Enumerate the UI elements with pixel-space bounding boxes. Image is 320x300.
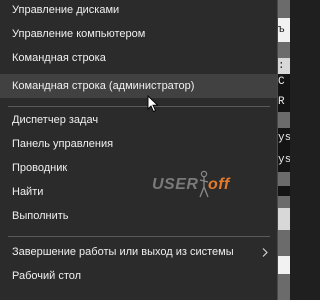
menu-item-computer-management[interactable]: Управление компьютером [0,22,277,46]
context-menu: Управление дисками Управление компьютеро… [0,0,278,300]
menu-item-task-manager[interactable]: Диспетчер задач [0,108,277,132]
menu-item-command-prompt[interactable]: Командная строка [0,46,277,70]
background-text [278,208,290,230]
watermark-user-text: USER [152,176,199,193]
menu-item-control-panel[interactable]: Панель управления [0,132,277,156]
background-text [278,186,290,196]
watermark-off-text: off [208,176,230,193]
watermark-logo: USER off [152,170,236,204]
background-text: C [278,74,290,90]
menu-item-desktop[interactable]: Рабочий стол [0,264,277,288]
menu-item-disk-management[interactable]: Управление дисками [0,0,277,22]
background-text [278,256,290,274]
background-text: R [278,90,290,112]
background-text: ъ [278,18,290,42]
menu-item-command-prompt-admin[interactable]: Командная строка (администратор) [0,74,277,98]
background-text: ys [278,128,290,150]
chevron-right-icon [262,248,268,257]
menu-separator [8,236,270,237]
background-text: : [278,58,290,74]
menu-item-run[interactable]: Выполнить [0,204,277,228]
mouse-cursor-icon [147,95,159,113]
menu-item-shutdown-signout[interactable]: Завершение работы или выход из системы [0,240,277,264]
menu-separator [8,106,270,107]
background-text: ys [278,150,290,172]
